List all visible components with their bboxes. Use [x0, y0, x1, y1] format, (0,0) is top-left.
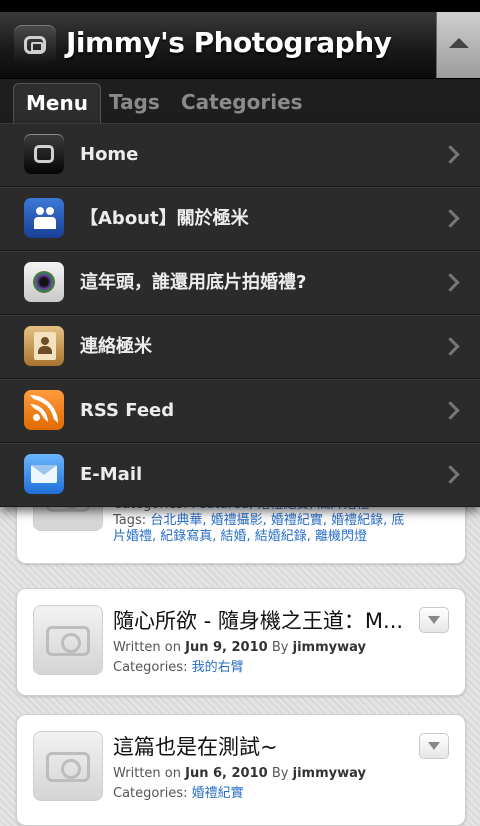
- written-on-label: Written on: [113, 640, 181, 655]
- menu-item-contact[interactable]: 連絡極米: [0, 315, 480, 379]
- menu-item-label: 這年頭，誰還用底片拍婚禮?: [80, 272, 307, 293]
- menu-item-about[interactable]: 【About】關於極米: [0, 187, 480, 251]
- post-author[interactable]: jimmyway: [293, 766, 366, 781]
- post-card[interactable]: 隨心所欲 - 隨身機之王道：M... Written on Jun 9, 201…: [16, 588, 466, 696]
- chevron-right-icon: [441, 273, 460, 292]
- post-title[interactable]: 隨心所欲 - 隨身機之王道：M...: [113, 605, 413, 635]
- post-categories: Categories: 我的右臂: [113, 656, 244, 675]
- post-categories: Categories: 婚禮紀實: [113, 782, 244, 801]
- menu-item-label: RSS Feed: [80, 400, 175, 421]
- status-bar: [0, 0, 480, 12]
- tab-tags[interactable]: Tags: [109, 83, 160, 123]
- post-byline: Written on Jun 9, 2010 By jimmyway: [113, 640, 366, 655]
- category-link[interactable]: 我的右臂: [192, 660, 244, 675]
- categories-label: Categories:: [113, 786, 188, 801]
- chevron-right-icon: [441, 465, 460, 484]
- category-link[interactable]: 婚禮紀實: [192, 786, 244, 801]
- lens-icon: [24, 262, 64, 302]
- written-on-label: Written on: [113, 766, 181, 781]
- menu-item-email[interactable]: E-Mail: [0, 443, 480, 507]
- menu-item-rss[interactable]: RSS Feed: [0, 379, 480, 443]
- chevron-right-icon: [441, 209, 460, 228]
- post-author[interactable]: jimmyway: [293, 640, 366, 655]
- menu-item-label: 【About】關於極米: [80, 208, 249, 229]
- chevron-down-icon[interactable]: [419, 607, 449, 633]
- post-thumbnail: [33, 605, 103, 675]
- categories-label: Categories:: [113, 660, 188, 675]
- tab-bar: Menu Tags Categories: [0, 79, 480, 124]
- post-card[interactable]: 這篇也是在測試~ Written on Jun 6, 2010 By jimmy…: [16, 714, 466, 826]
- post-byline: Written on Jun 6, 2010 By jimmyway: [113, 766, 366, 781]
- tags-links-line1[interactable]: 台北典華, 婚禮攝影, 婚禮紀實, 婚禮紀錄, 底: [150, 513, 404, 528]
- mail-icon: [24, 454, 64, 494]
- tab-categories[interactable]: Categories: [181, 83, 303, 123]
- post-date: Jun 9, 2010: [185, 640, 268, 655]
- post-title[interactable]: 這篇也是在測試~: [113, 731, 413, 761]
- menu-item-label: 連絡極米: [80, 336, 152, 357]
- chevron-right-icon: [441, 337, 460, 356]
- camera-icon: [24, 134, 64, 174]
- tags-links-line2[interactable]: 片婚禮, 紀錄寫真, 結婚, 結婚紀錄, 離機閃燈: [113, 529, 413, 545]
- collapse-menu-button[interactable]: [436, 12, 480, 78]
- tab-menu[interactable]: Menu: [13, 83, 101, 124]
- post-thumbnail: [33, 731, 103, 801]
- menu-item-film-wedding[interactable]: 這年頭，誰還用底片拍婚禮?: [0, 251, 480, 315]
- chevron-down-icon[interactable]: [419, 733, 449, 759]
- app-title: Jimmy's Photography: [66, 26, 392, 59]
- chevron-right-icon: [441, 401, 460, 420]
- nav-menu: Home 【About】關於極米 這年頭，誰還用底片拍婚禮? 連絡極米 RSS …: [0, 123, 480, 507]
- menu-item-label: E-Mail: [80, 464, 143, 485]
- by-label: By: [271, 766, 289, 781]
- by-label: By: [271, 640, 289, 655]
- chevron-up-icon: [449, 38, 469, 48]
- camera-icon[interactable]: [14, 25, 56, 65]
- contacts-icon: [24, 326, 64, 366]
- rss-icon: [24, 390, 64, 430]
- app-header: Jimmy's Photography: [0, 12, 480, 79]
- tags-label: Tags:: [113, 513, 147, 528]
- menu-item-label: Home: [80, 144, 139, 165]
- chevron-right-icon: [441, 145, 460, 164]
- post-date: Jun 6, 2010: [185, 766, 268, 781]
- menu-item-home[interactable]: Home: [0, 123, 480, 187]
- myspace-icon: [24, 198, 64, 238]
